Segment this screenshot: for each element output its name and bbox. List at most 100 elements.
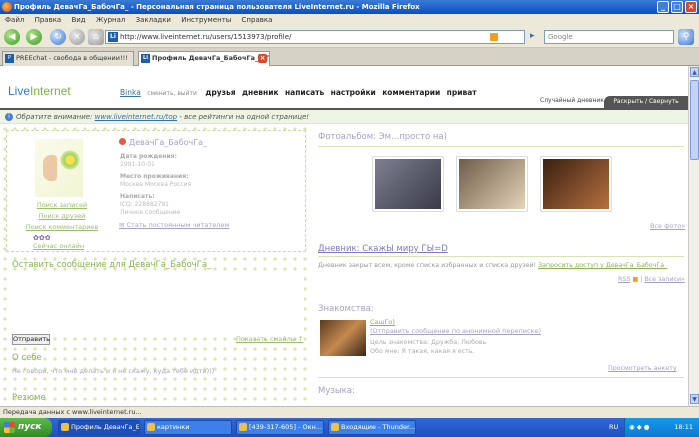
diary-title-link[interactable]: Дневник: СкажЫ миру ГЫ=D: [318, 244, 448, 254]
contact-info: Написать: ICQ: 228882791 Личное сообщение: [120, 193, 180, 217]
scroll-down-icon[interactable]: ▼: [690, 394, 699, 404]
send-button[interactable]: Отправить: [12, 334, 50, 345]
all-photos-link[interactable]: Все фото»: [650, 222, 685, 230]
nav-comments[interactable]: комментарии: [382, 88, 440, 97]
rss-feed-icon[interactable]: [490, 33, 498, 41]
menu-file[interactable]: Файл: [5, 16, 24, 24]
dating-goal: Цель знакомства: Дружба, Любовь: [370, 339, 487, 346]
nav-write[interactable]: написать: [285, 88, 324, 97]
message-textarea[interactable]: [10, 272, 304, 334]
start-label: пуск: [18, 422, 42, 432]
avatar-flower: [59, 149, 81, 171]
nav-private[interactable]: приват: [447, 88, 477, 97]
view-form-link[interactable]: Просмотреть анкету: [608, 365, 677, 372]
menu-tools[interactable]: Инструменты: [181, 16, 231, 24]
menu-edit[interactable]: Правка: [35, 16, 62, 24]
show-smiles-link[interactable]: Показать смайлы ↑: [236, 335, 303, 343]
avatar-face: [43, 155, 57, 181]
taskbar-item-chat[interactable]: [439-317-605] - Окн...: [236, 420, 324, 435]
windows-logo-icon: [4, 422, 15, 433]
address-bar[interactable]: Li http://www.liveinternet.ru/users/1513…: [105, 30, 525, 44]
diary-links: RSS ■ | Все записи»: [618, 276, 685, 283]
language-indicator[interactable]: RU: [609, 418, 618, 437]
all-posts-link[interactable]: Все записи»: [644, 276, 684, 283]
search-engine-icon[interactable]: ⚲: [678, 29, 694, 45]
scrollbar-thumb[interactable]: [690, 80, 699, 160]
tab-preechat[interactable]: P PREEchat - свобода в общении!!!: [2, 51, 134, 66]
menu-bookmarks[interactable]: Закладки: [136, 16, 171, 24]
search-posts-link[interactable]: Поиск записей: [7, 201, 117, 209]
menu-help[interactable]: Справка: [242, 16, 273, 24]
photo-thumbnail[interactable]: [456, 156, 528, 212]
site-favicon-icon: Li: [108, 32, 118, 42]
forward-arrow-icon[interactable]: ▶: [26, 29, 42, 45]
notice-link[interactable]: www.liveinternet.ru/top: [95, 113, 177, 121]
tray-icons: ◉ ◆ ●: [629, 423, 650, 431]
logo-live: Live: [8, 84, 31, 98]
nav-diary[interactable]: дневник: [242, 88, 279, 97]
stop-icon[interactable]: ×: [69, 29, 85, 45]
minimize-button[interactable]: _: [657, 1, 669, 13]
change-exit-link[interactable]: сменить, выйти: [147, 90, 197, 97]
scroll-up-icon[interactable]: ▲: [690, 67, 699, 77]
search-placeholder: Google: [548, 33, 573, 41]
task-label: Входящие - Thunder...: [341, 423, 416, 431]
taskbar-item-thunderbird[interactable]: Входящие - Thunder...: [328, 420, 416, 435]
taskbar-item-pictures[interactable]: картинки: [144, 420, 232, 435]
start-button[interactable]: пуск: [0, 418, 52, 437]
rss-link[interactable]: RSS: [618, 276, 630, 283]
search-input[interactable]: Google: [544, 30, 674, 44]
avatar: [35, 139, 83, 197]
nav-settings[interactable]: настройки: [331, 88, 376, 97]
logo-internet: Internet: [30, 84, 71, 98]
tab-label: Профиль ДевачГа_БабочГа_ - П...: [152, 54, 270, 62]
divider: [318, 377, 684, 378]
tab-profile[interactable]: Li Профиль ДевачГа_БабочГа_ - П... ×: [138, 51, 270, 66]
photo-image: [375, 159, 441, 209]
random-diary-link[interactable]: Случайный дневник //: [540, 97, 610, 104]
photo-thumbnail[interactable]: [540, 156, 612, 212]
send-anon-message-link[interactable]: (Отправить сообщение по анонимной перепи…: [370, 327, 541, 335]
vertical-scrollbar[interactable]: ▲ ▼: [688, 66, 699, 406]
request-access-link[interactable]: Запросить доступ у ДевачГа_БабочГа_: [538, 262, 667, 269]
become-reader-link[interactable]: ✉ Стать постоянным читателем: [119, 221, 229, 229]
menu-view[interactable]: Вид: [71, 16, 85, 24]
back-arrow-icon[interactable]: ◀: [4, 29, 20, 45]
photo-thumbnail[interactable]: [372, 156, 444, 212]
menu-history[interactable]: Журнал: [96, 16, 125, 24]
dating-name-link[interactable]: СашГо): [370, 318, 395, 326]
reload-icon[interactable]: ↻: [50, 29, 66, 45]
dating-about: Обо мне: Я такая, какая я есть.: [370, 348, 475, 355]
tab-favicon-icon: P: [5, 54, 14, 63]
personal-message-link[interactable]: Личное сообщение: [120, 209, 180, 216]
birthdate-info: Дата рождения: 1991-10-01: [120, 153, 177, 169]
expand-collapse-button[interactable]: Раскрыть / Свернуть: [604, 96, 688, 108]
liveinternet-logo[interactable]: LiveInternet: [8, 84, 71, 98]
about-title: О себе: [12, 353, 42, 363]
online-now-link[interactable]: Сейчас онлайн: [33, 242, 84, 250]
firefox-task-icon: [61, 423, 69, 431]
search-comments-link[interactable]: Поиск комментариев: [7, 223, 117, 231]
write-label: Написать:: [120, 193, 155, 200]
become-reader-text: Стать постоянным читателем: [126, 221, 230, 229]
maximize-button[interactable]: □: [671, 1, 683, 13]
birthdate-value: 1991-10-01: [120, 161, 155, 168]
photoalbum-title[interactable]: Фотоальбом: Эм...просто на): [318, 132, 447, 142]
navigation-toolbar: ◀ ▶ ↻ × ⌂ Li http://www.liveinternet.ru/…: [0, 26, 699, 48]
go-arrow-icon[interactable]: ▸: [530, 31, 535, 41]
profile-name: ДевачГа_БабочГа_: [119, 138, 207, 147]
nav-friends[interactable]: друзья: [205, 88, 235, 97]
birthdate-label: Дата рождения:: [120, 153, 177, 160]
window-title-bar: Профиль ДевачГа_БабочГа_ - Персональная …: [0, 0, 699, 14]
close-tab-icon[interactable]: ×: [258, 54, 267, 63]
username-link[interactable]: Binka: [120, 88, 141, 97]
dating-photo[interactable]: [320, 320, 366, 356]
home-icon[interactable]: ⌂: [88, 29, 104, 45]
search-friends-link[interactable]: Поиск друзей: [7, 212, 117, 220]
close-window-button[interactable]: ×: [685, 1, 697, 13]
divider: [318, 146, 684, 147]
taskbar-item-firefox[interactable]: Профиль ДевачГа_Б...: [58, 420, 140, 435]
menu-bar: Файл Правка Вид Журнал Закладки Инструме…: [0, 14, 699, 26]
task-label: Профиль ДевачГа_Б...: [71, 423, 140, 431]
location-label: Место проживания:: [120, 173, 189, 180]
